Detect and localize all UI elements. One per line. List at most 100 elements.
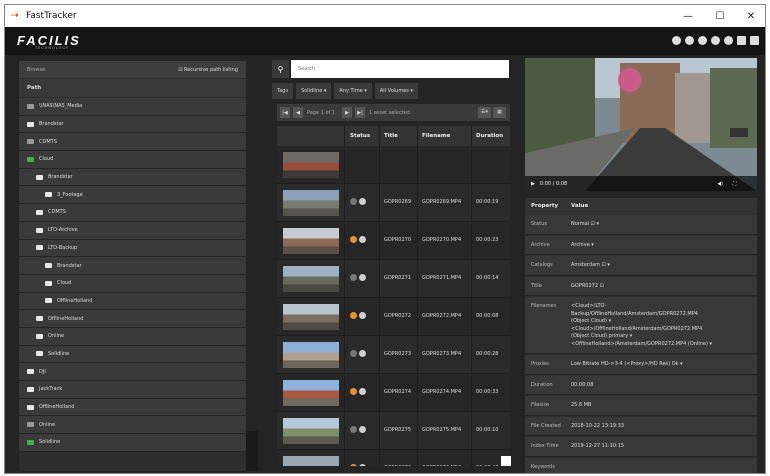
settings-icon[interactable] — [711, 36, 720, 45]
recursive-path-toggle[interactable]: ⊡ Recursive path listing — [178, 67, 238, 73]
tree-item[interactable]: Brandstar — [19, 168, 246, 187]
property-row[interactable]: Status Normal ⊡ ▾ — [525, 215, 757, 235]
first-page-button[interactable]: |◀ — [280, 107, 290, 118]
filter-dropdown[interactable]: All Volumes ▾ — [374, 83, 418, 99]
asset-thumbnail[interactable] — [283, 418, 339, 444]
property-value[interactable]: <Cloud>/LTO- Backup/OfflineHolland/Amster… — [571, 303, 751, 348]
app-window: ⇢ FastTracker — ☐ ✕ FACILIS TECHNOLOGY B… — [4, 4, 766, 474]
property-value[interactable]: Low Bitrate HD->3-4 (<Proxy>/HD Res) Ok … — [571, 361, 751, 369]
tree-item[interactable]: OfflineHolland — [19, 310, 246, 328]
tree-item[interactable]: Solidline — [19, 434, 246, 452]
table-row[interactable]: GOPR0276 GOPR0276.MP4 00:00:48 — [277, 450, 510, 466]
tree-item[interactable]: DJI — [19, 363, 246, 381]
property-row[interactable]: File Created 2018-10-22 13:19:33 — [525, 416, 757, 436]
folder-icon — [27, 404, 34, 410]
close-button[interactable]: ✕ — [736, 5, 765, 27]
property-value[interactable]: Amsterdam ⊡ ▾ — [571, 262, 751, 270]
table-row[interactable]: GOPR0275 GOPR0275.MP4 00:00:10 — [277, 412, 510, 450]
view-options-button[interactable]: ☰▾ — [478, 107, 491, 118]
table-row[interactable]: GOPR0273 GOPR0273.MP4 00:00:28 — [277, 336, 510, 374]
volume-icon[interactable]: ◀) — [717, 181, 723, 187]
tree-item[interactable]: \\NAS\NAS_Media — [19, 98, 246, 116]
browse-bar: Browse ⊡ Recursive path listing — [19, 61, 246, 78]
tree-item[interactable]: OfflineHolland — [19, 398, 246, 417]
asset-thumbnail[interactable] — [283, 380, 339, 406]
next-page-button[interactable]: ▶ — [342, 107, 353, 118]
tree-item[interactable]: JackTrack — [19, 381, 246, 399]
logout-icon[interactable] — [750, 36, 759, 45]
gear-icon[interactable] — [685, 36, 694, 45]
folder-icon — [27, 156, 34, 162]
user-icon[interactable] — [724, 36, 733, 45]
tree-item[interactable]: Online — [19, 327, 246, 346]
property-value-line: Backup/OfflineHolland/Amsterdam/GOPR0272… — [571, 310, 698, 317]
col-status[interactable]: Status — [350, 133, 370, 139]
tree-item[interactable]: OfflineHolland — [19, 292, 246, 311]
refresh-icon[interactable] — [698, 36, 707, 45]
prev-page-button[interactable]: ◀ — [293, 107, 303, 118]
asset-thumbnail[interactable] — [283, 304, 339, 330]
table-row[interactable]: GOPR0270 GOPR0270.MP4 00:00:23 — [277, 222, 510, 260]
search-icon[interactable]: ⚲ — [272, 60, 289, 78]
window-icon[interactable] — [737, 36, 746, 45]
col-title[interactable]: Title — [384, 133, 398, 139]
asset-thumbnail[interactable] — [283, 228, 339, 254]
maximize-button[interactable]: ☐ — [705, 5, 735, 27]
tree-item[interactable]: CDMTS — [19, 133, 246, 152]
property-value[interactable]: 25.6 MB — [571, 402, 751, 410]
asset-thumbnail[interactable] — [283, 342, 339, 368]
video-preview[interactable]: ▶ 0:00 / 0:08 ◀) ⛶ — [525, 58, 757, 191]
property-value[interactable]: Archive ▾ — [571, 242, 751, 250]
property-key: Keywords — [531, 463, 555, 470]
filter-dropdown[interactable]: Tags — [272, 83, 294, 99]
col-filename[interactable]: Filename — [422, 133, 450, 139]
property-value[interactable]: 00:00:08 — [571, 382, 751, 390]
tree-item[interactable]: CDMTS — [19, 204, 246, 222]
table-row[interactable]: GOPR0271 GOPR0271.MP4 00:00:14 — [277, 260, 510, 298]
table-row[interactable]: GOPR0274 GOPR0274.MP4 00:00:33 — [277, 374, 510, 412]
property-value[interactable]: 2018-10-22 13:19:33 — [571, 423, 751, 431]
tree-item[interactable]: Online — [19, 416, 246, 435]
property-row[interactable]: Duration 00:00:08 — [525, 375, 757, 395]
property-row[interactable]: Archive Archive ▾ — [525, 235, 757, 255]
property-row[interactable]: Keywords — [525, 457, 757, 473]
property-row[interactable]: Filenames <Cloud>/LTO- Backup/OfflineHolla… — [525, 297, 757, 354]
grid-view-button[interactable]: ▦ — [493, 107, 506, 118]
asset-thumbnail[interactable] — [283, 456, 339, 466]
col-duration[interactable]: Duration — [476, 133, 503, 139]
tree-item[interactable]: 3_Footage — [19, 186, 246, 205]
tree-scrollbar[interactable] — [246, 431, 258, 471]
asset-thumbnail[interactable] — [283, 190, 339, 216]
property-value[interactable]: 2019-12-27 11:10:15 — [571, 443, 751, 451]
property-row[interactable]: Proxies Low Bitrate HD->3-4 (<Proxy>/HD R… — [525, 355, 757, 375]
tree-item-label: LTO-Backup — [48, 244, 78, 251]
filter-dropdown[interactable]: Solidline ▾ — [296, 83, 332, 99]
property-row[interactable]: Title GOPR0272 ⊡ — [525, 276, 757, 296]
tree-item[interactable]: LTO-Archive — [19, 221, 246, 240]
table-row[interactable]: GOPR0269 GOPR0269.MP4 00:00:19 — [277, 184, 510, 222]
tree-item-label: Solidline — [48, 350, 70, 357]
table-row[interactable]: GOPR0272 GOPR0272.MP4 00:00:08 — [277, 298, 510, 336]
property-value[interactable]: GOPR0272 ⊡ — [571, 283, 751, 291]
tree-item[interactable]: Cloud — [19, 151, 246, 169]
property-row[interactable]: Index Time 2019-12-27 11:10:15 — [525, 437, 757, 457]
tree-item[interactable]: Solidline — [19, 345, 246, 364]
asset-thumbnail[interactable] — [283, 266, 339, 292]
property-row[interactable]: Filesize 25.6 MB — [525, 396, 757, 416]
play-button[interactable]: ▶ — [531, 181, 535, 187]
search-input[interactable] — [291, 60, 509, 78]
property-row[interactable]: Catalogs Amsterdam ⊡ ▾ — [525, 256, 757, 276]
property-value[interactable]: Normal ⊡ ▾ — [571, 221, 751, 229]
tree-item[interactable]: Cloud — [19, 274, 246, 293]
last-page-button[interactable]: ▶| — [355, 107, 366, 118]
tree-item[interactable]: Brandstar — [19, 115, 246, 134]
filter-dropdown[interactable]: Any Time ▾ — [334, 83, 372, 99]
fullscreen-icon[interactable]: ⛶ — [733, 181, 737, 187]
status-dot-icon — [350, 236, 357, 243]
minimize-button[interactable]: — — [673, 5, 703, 27]
tree-item[interactable]: Brandstar — [19, 257, 246, 275]
info-icon[interactable] — [672, 36, 681, 45]
asset-thumbnail[interactable] — [283, 152, 339, 178]
tree-item[interactable]: LTO-Backup — [19, 239, 246, 258]
table-row[interactable] — [277, 146, 510, 184]
